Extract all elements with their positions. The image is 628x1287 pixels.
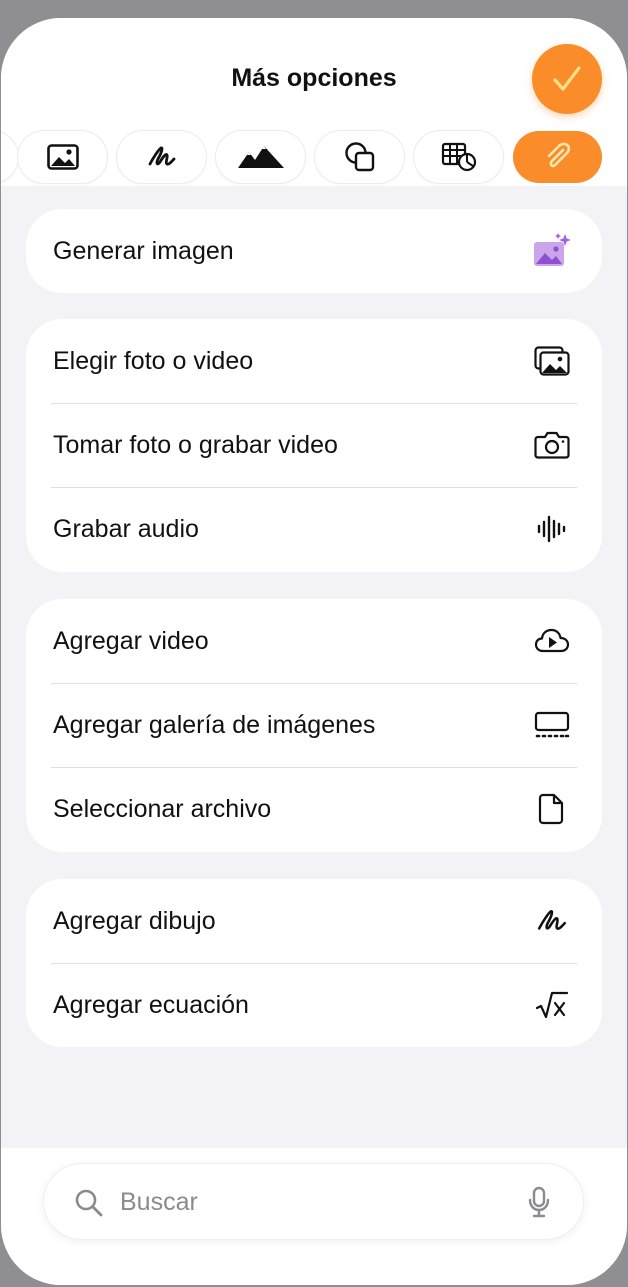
option-add-video[interactable]: Agregar video xyxy=(26,599,602,683)
photo-icon xyxy=(46,144,79,170)
option-add-equation[interactable]: Agregar ecuación xyxy=(26,963,602,1047)
options-group-2: Elegir foto o video Tomar foto o grabar … xyxy=(26,319,602,572)
done-button[interactable] xyxy=(532,44,602,114)
square-root-icon xyxy=(532,985,572,1025)
generate-image-icon xyxy=(532,231,572,271)
mountains-icon xyxy=(237,146,284,168)
tab-media[interactable] xyxy=(216,131,305,183)
scribble-icon xyxy=(148,146,175,166)
photo-library-icon xyxy=(532,341,572,381)
table-chart-icon xyxy=(441,142,476,172)
option-label: Generar imagen xyxy=(53,236,234,265)
gallery-icon xyxy=(532,705,572,745)
checkmark-icon xyxy=(553,66,581,91)
search-placeholder: Buscar xyxy=(120,1188,198,1216)
option-label: Agregar galería de imágenes xyxy=(53,710,376,739)
paperclip-icon xyxy=(547,142,570,168)
option-record-audio[interactable]: Grabar audio xyxy=(26,487,602,571)
options-group-3: Agregar video Agregar galería de imágene… xyxy=(26,599,602,852)
tab-partial[interactable] xyxy=(1,131,18,183)
tab-shapes[interactable] xyxy=(315,131,404,183)
scribble-icon xyxy=(532,901,572,941)
option-choose-photo-video[interactable]: Elegir foto o video xyxy=(26,319,602,403)
cloud-play-icon xyxy=(532,621,572,661)
option-label: Seleccionar archivo xyxy=(53,794,272,823)
option-label: Agregar video xyxy=(53,626,209,655)
shapes-icon xyxy=(344,142,374,172)
option-label: Grabar audio xyxy=(53,514,199,543)
option-select-file[interactable]: Seleccionar archivo xyxy=(26,767,602,851)
tab-attachments[interactable] xyxy=(513,131,602,183)
option-add-image-gallery[interactable]: Agregar galería de imágenes xyxy=(26,683,602,767)
tab-drawing[interactable] xyxy=(117,131,206,183)
bottom-search-bar: Buscar xyxy=(1,1148,627,1285)
waveform-icon xyxy=(532,509,572,549)
options-group-4: Agregar dibujo Agregar ecuación xyxy=(26,879,602,1047)
camera-icon xyxy=(532,425,572,465)
search-icon xyxy=(75,1189,103,1217)
option-generate-image[interactable]: Generar imagen xyxy=(26,209,602,293)
options-group-1: Generar imagen xyxy=(26,209,602,293)
microphone-icon[interactable] xyxy=(528,1186,550,1218)
sheet-header: Más opciones xyxy=(1,18,627,186)
tab-table-chart[interactable] xyxy=(414,131,503,183)
tab-photo[interactable] xyxy=(18,131,107,183)
search-input[interactable]: Buscar xyxy=(44,1164,583,1239)
option-add-drawing[interactable]: Agregar dibujo xyxy=(26,879,602,963)
option-label: Agregar dibujo xyxy=(53,906,216,935)
option-label: Tomar foto o grabar video xyxy=(53,430,338,459)
option-label: Agregar ecuación xyxy=(53,990,249,1019)
document-icon xyxy=(532,789,572,829)
more-options-sheet: Más opciones Generar imagen Elegir foto … xyxy=(1,18,627,1285)
option-take-photo-video[interactable]: Tomar foto o grabar video xyxy=(26,403,602,487)
insert-tab-bar xyxy=(1,131,627,185)
option-label: Elegir foto o video xyxy=(53,346,254,375)
